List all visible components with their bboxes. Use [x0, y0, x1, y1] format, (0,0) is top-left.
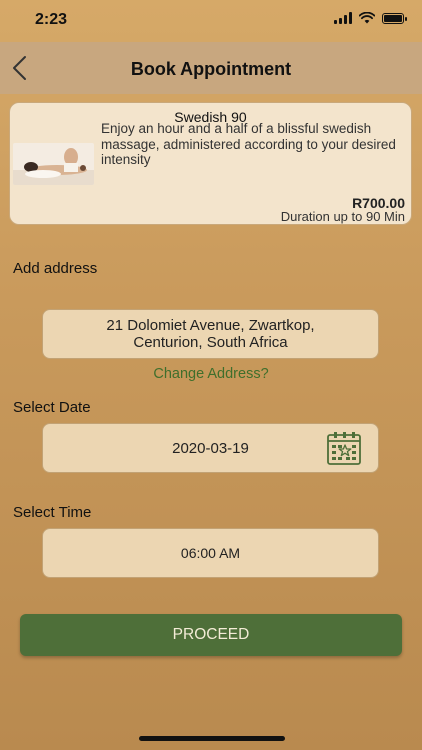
calendar-icon[interactable] — [326, 430, 362, 466]
address-line-2: Centurion, South Africa — [133, 334, 288, 351]
service-card: Swedish 90 Enjoy an hour and a half of a… — [9, 102, 412, 225]
status-bar: 2:23 — [0, 0, 422, 42]
time-picker-field[interactable]: 06:00 AM — [42, 528, 379, 578]
service-description: Enjoy an hour and a half of a blissful s… — [101, 121, 396, 167]
navigation-bar: Book Appointment — [0, 42, 422, 94]
wifi-icon — [359, 12, 375, 24]
date-value: 2020-03-19 — [172, 439, 249, 457]
change-address-link[interactable]: Change Address? — [0, 366, 422, 382]
time-value: 06:00 AM — [180, 545, 241, 561]
home-indicator — [139, 736, 285, 741]
date-picker-field[interactable]: 2020-03-19 — [42, 423, 379, 473]
service-duration: Duration up to 90 Min — [280, 209, 405, 224]
page-title: Book Appointment — [130, 59, 292, 79]
time-label: Select Time — [13, 504, 92, 521]
status-icons — [334, 12, 407, 24]
address-line-1: 21 Dolomiet Avenue, Zwartkop, — [106, 317, 315, 334]
address-field[interactable]: 21 Dolomiet Avenue, Zwartkop, Centurion,… — [42, 309, 379, 359]
date-label: Select Date — [13, 399, 91, 416]
cellular-signal-icon — [334, 12, 352, 24]
address-label: Add address — [13, 260, 98, 277]
battery-icon — [382, 12, 407, 24]
status-time: 2:23 — [35, 11, 68, 28]
massage-image — [13, 143, 94, 185]
proceed-button[interactable]: PROCEED — [20, 614, 402, 656]
